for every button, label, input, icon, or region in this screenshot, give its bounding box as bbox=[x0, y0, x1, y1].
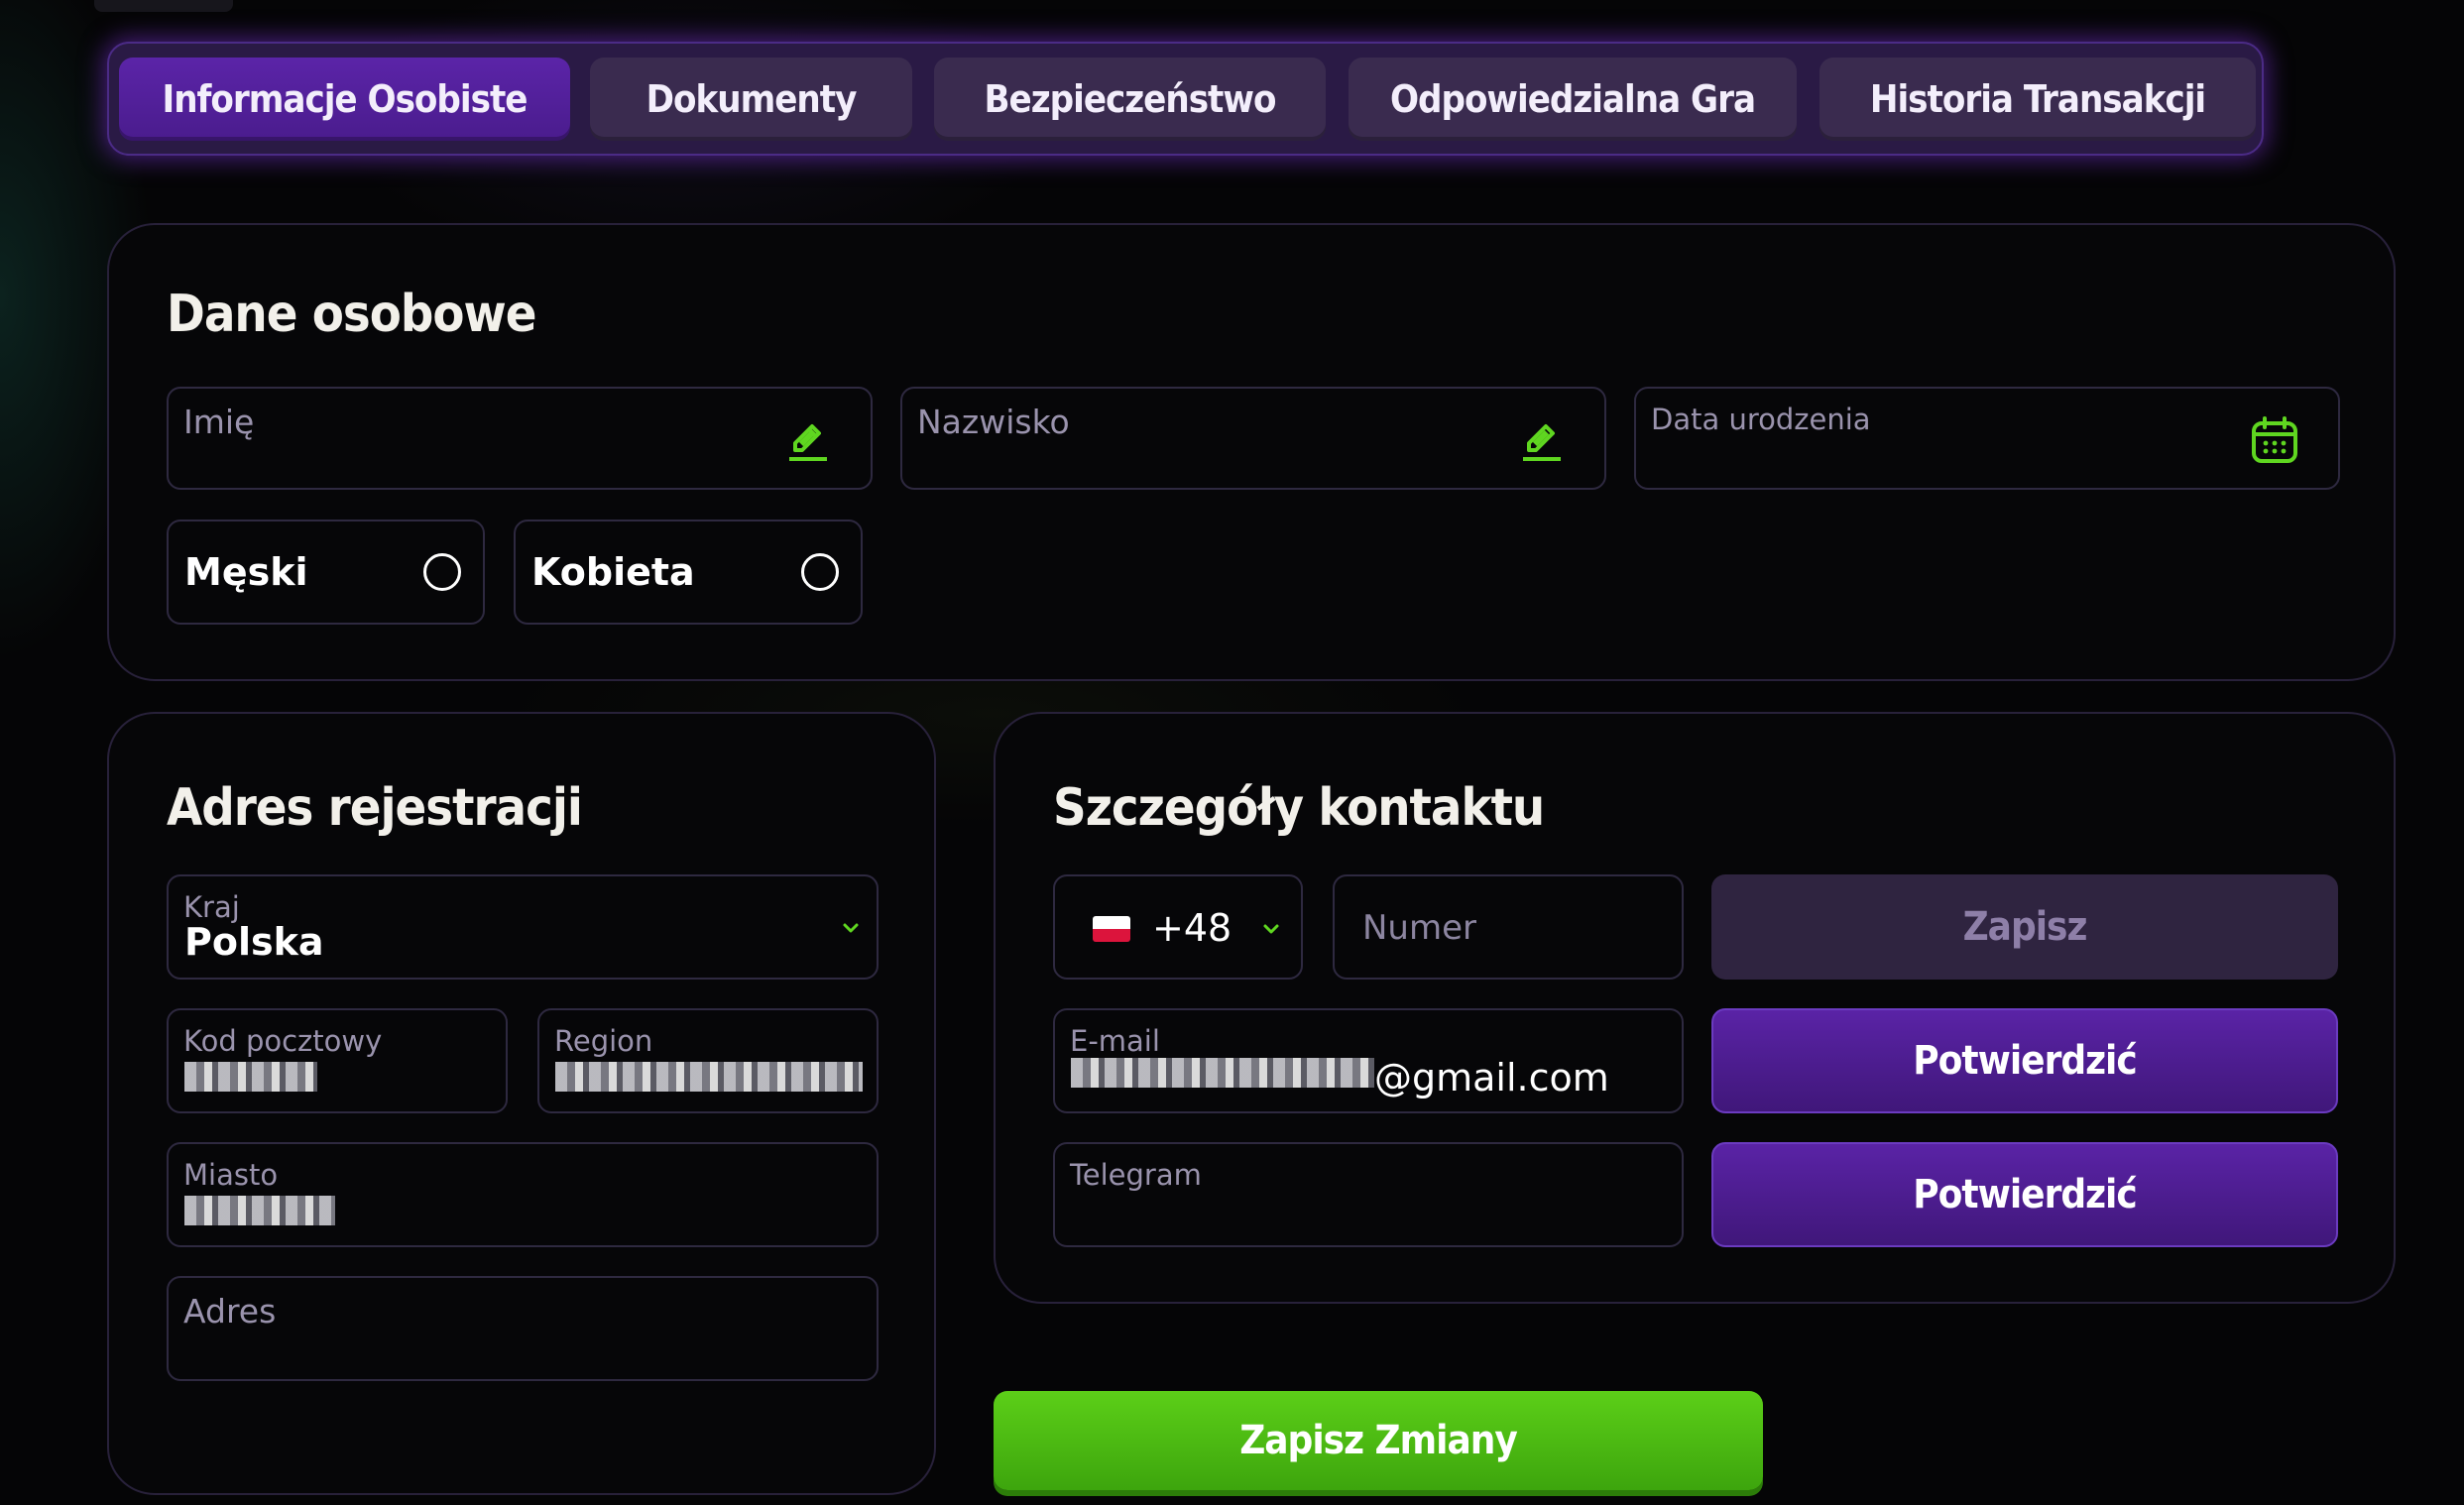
email-label: E-mail bbox=[1070, 1024, 1160, 1058]
gender-male-label: Męski bbox=[184, 550, 308, 594]
address-field[interactable]: Adres bbox=[167, 1276, 879, 1381]
city-redacted bbox=[184, 1196, 335, 1225]
telegram-label: Telegram bbox=[1070, 1158, 1202, 1192]
pencil-icon[interactable] bbox=[1515, 414, 1567, 466]
country-select[interactable]: Kraj Polska bbox=[167, 874, 879, 980]
email-redacted bbox=[1071, 1058, 1374, 1088]
city-label: Miasto bbox=[183, 1158, 279, 1192]
phone-number-input[interactable]: Numer bbox=[1333, 874, 1684, 980]
personal-data-title: Dane osobowe bbox=[167, 285, 536, 344]
region-redacted bbox=[555, 1062, 863, 1092]
phone-code-select[interactable]: +48 bbox=[1053, 874, 1303, 980]
gender-male-radio[interactable] bbox=[423, 553, 461, 591]
gender-female-radio[interactable] bbox=[801, 553, 839, 591]
country-label: Kraj bbox=[183, 890, 240, 924]
postal-code-redacted bbox=[184, 1062, 317, 1092]
postal-code-field[interactable]: Kod pocztowy bbox=[167, 1008, 508, 1113]
address-card: Adres rejestracji Kraj Polska Kod poczto… bbox=[107, 712, 936, 1495]
contact-title: Szczegóły kontaktu bbox=[1053, 778, 1545, 838]
tab-personal-info[interactable]: Informacje Osobiste bbox=[119, 58, 570, 141]
confirm-email-button[interactable]: Potwierdzić bbox=[1711, 1008, 2338, 1113]
phone-number-placeholder: Numer bbox=[1362, 908, 1476, 948]
tab-security[interactable]: Bezpieczeństwo bbox=[934, 58, 1326, 141]
telegram-field[interactable]: Telegram bbox=[1053, 1142, 1684, 1247]
gender-male-option[interactable]: Męski bbox=[167, 520, 485, 625]
first-name-label: Imię bbox=[183, 403, 255, 441]
tab-bar: Informacje Osobiste Dokumenty Bezpieczeń… bbox=[107, 42, 2264, 156]
gender-female-option[interactable]: Kobieta bbox=[514, 520, 863, 625]
personal-data-card: Dane osobowe Imię Nazwisko Data urodzeni… bbox=[107, 223, 2396, 681]
chevron-down-icon[interactable] bbox=[1259, 917, 1283, 941]
phone-code-value: +48 bbox=[1152, 906, 1232, 950]
city-field[interactable]: Miasto bbox=[167, 1142, 879, 1247]
birthdate-label: Data urodzenia bbox=[1651, 403, 1871, 436]
address-label: Adres bbox=[183, 1292, 277, 1331]
last-name-field[interactable]: Nazwisko bbox=[900, 387, 1606, 490]
contact-card: Szczegóły kontaktu +48 Numer Zapisz E-ma… bbox=[994, 712, 2396, 1304]
last-name-label: Nazwisko bbox=[917, 403, 1070, 441]
chevron-down-icon[interactable] bbox=[839, 916, 863, 940]
gender-female-label: Kobieta bbox=[531, 550, 695, 594]
address-title: Adres rejestracji bbox=[167, 778, 583, 838]
first-name-field[interactable]: Imię bbox=[167, 387, 873, 490]
tab-responsible-gaming[interactable]: Odpowiedzialna Gra bbox=[1349, 58, 1797, 141]
region-label: Region bbox=[554, 1024, 653, 1058]
save-changes-button[interactable]: Zapisz Zmiany bbox=[994, 1391, 1763, 1490]
tab-documents[interactable]: Dokumenty bbox=[590, 58, 912, 141]
country-value: Polska bbox=[184, 920, 324, 964]
top-strip bbox=[94, 0, 233, 12]
confirm-telegram-button[interactable]: Potwierdzić bbox=[1711, 1142, 2338, 1247]
region-field[interactable]: Region bbox=[537, 1008, 879, 1113]
poland-flag-icon bbox=[1093, 916, 1130, 942]
email-field[interactable]: E-mail @gmail.com bbox=[1053, 1008, 1684, 1113]
postal-code-label: Kod pocztowy bbox=[183, 1024, 383, 1058]
pencil-icon[interactable] bbox=[781, 414, 833, 466]
calendar-icon[interactable] bbox=[2249, 414, 2300, 466]
birthdate-field[interactable]: Data urodzenia bbox=[1634, 387, 2340, 490]
save-phone-button[interactable]: Zapisz bbox=[1711, 874, 2338, 980]
email-domain: @gmail.com bbox=[1374, 1056, 1609, 1100]
tab-transaction-history[interactable]: Historia Transakcji bbox=[1819, 58, 2256, 141]
